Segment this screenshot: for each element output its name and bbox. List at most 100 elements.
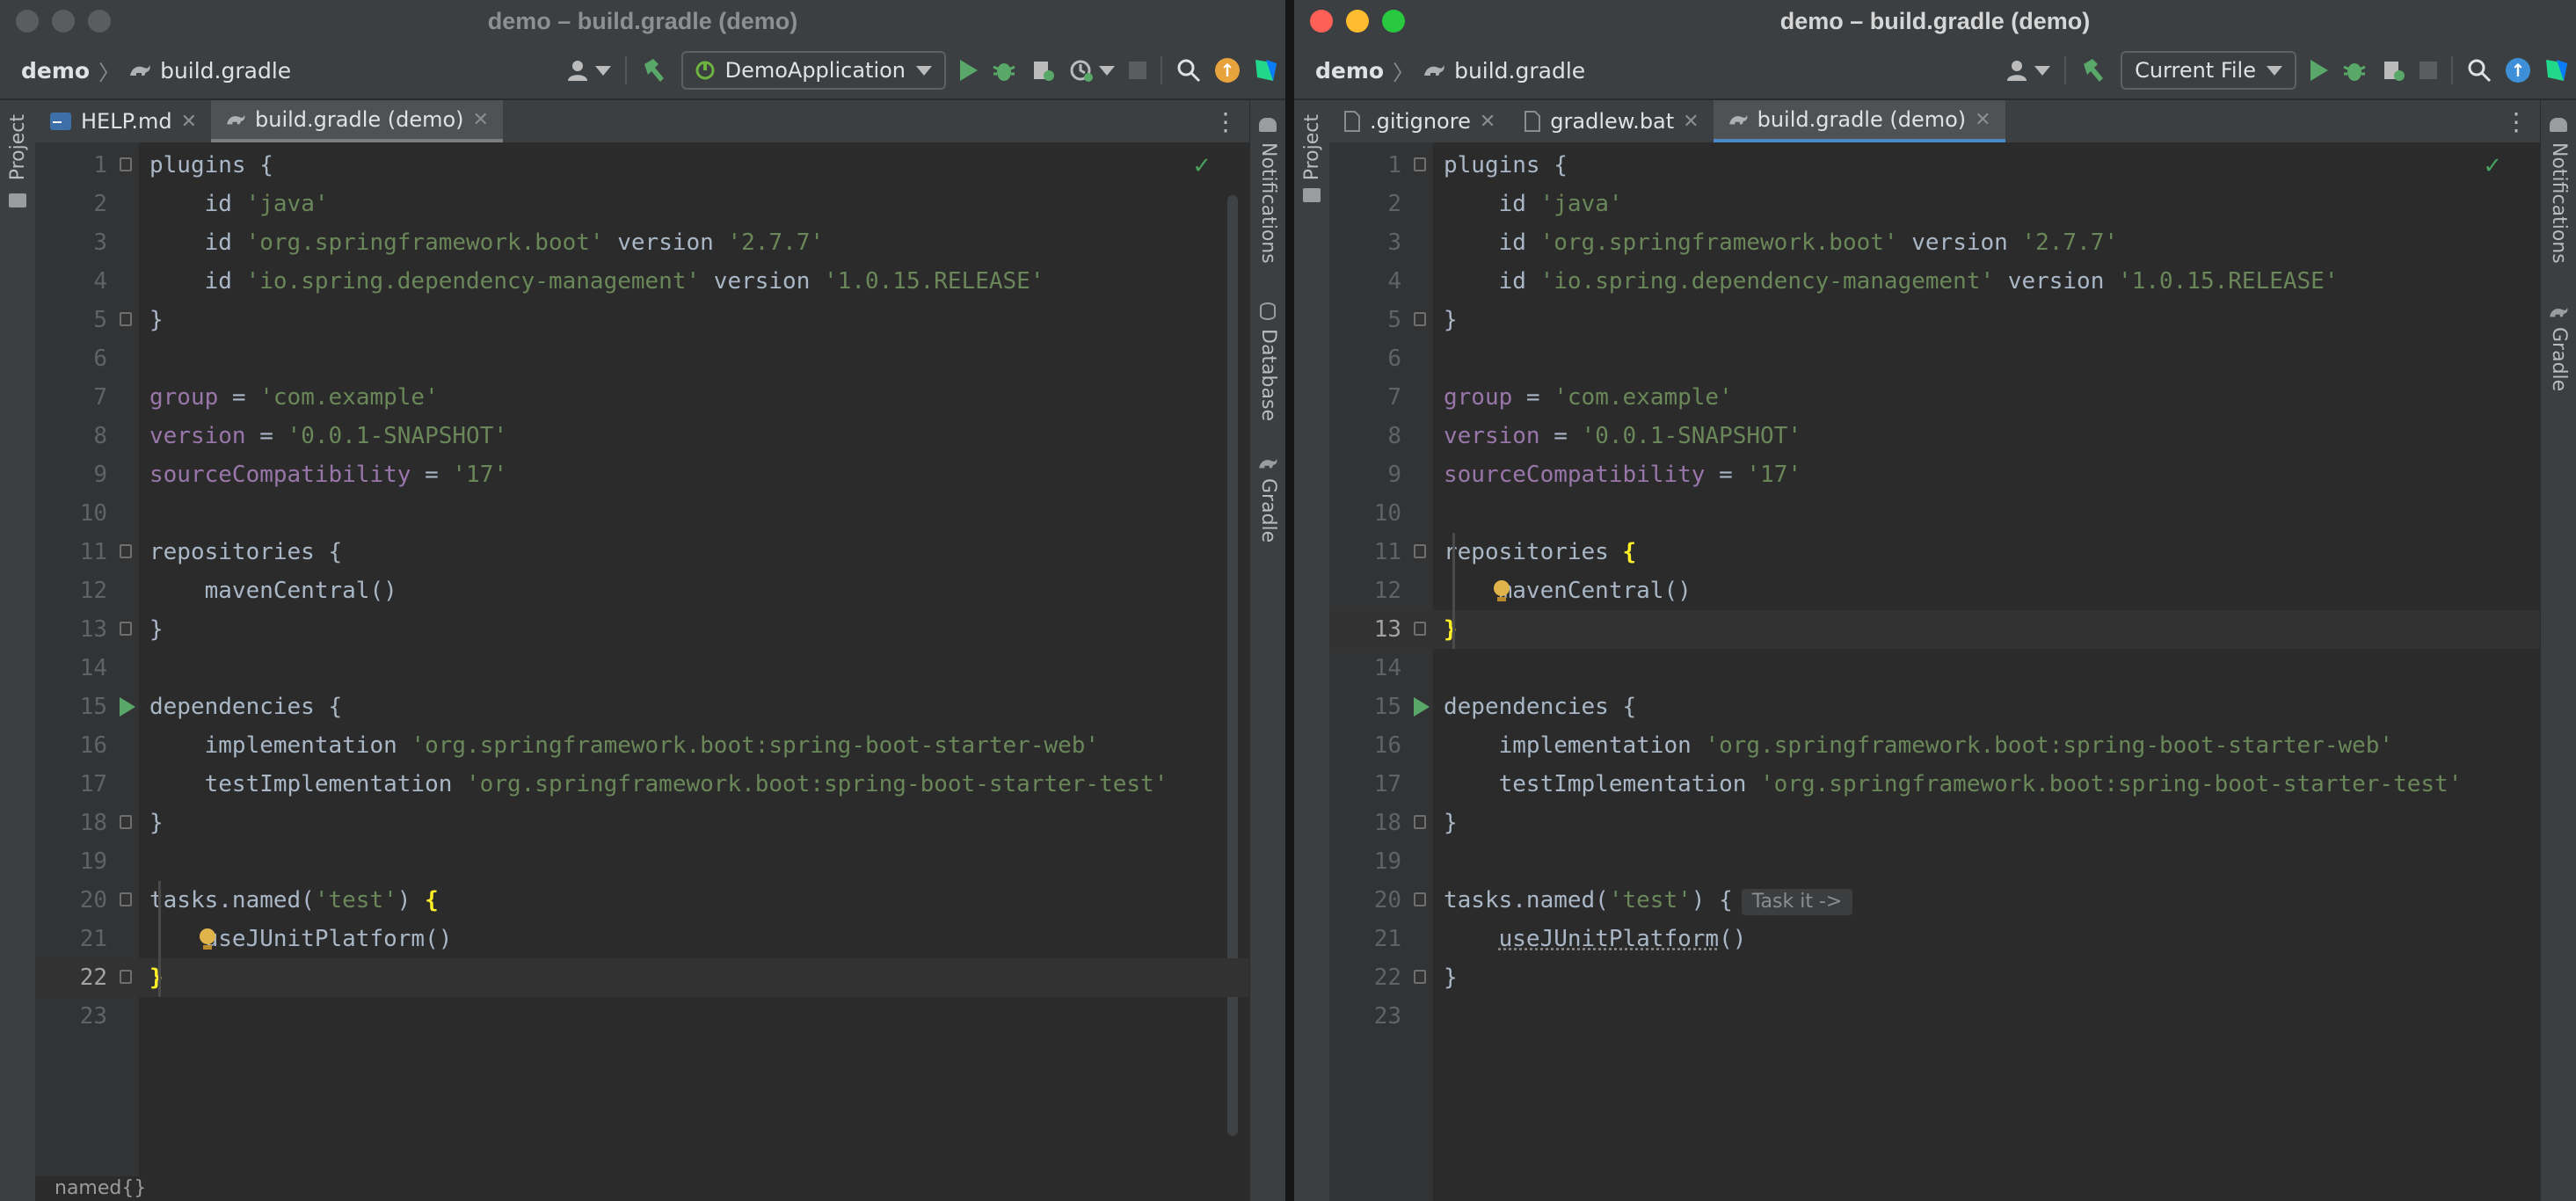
fold-marker-icon[interactable] bbox=[1414, 157, 1426, 171]
editor-tab[interactable]: gradlew.bat ✕ bbox=[1510, 100, 1713, 142]
line-number[interactable]: 9 bbox=[1329, 455, 1401, 494]
code-line[interactable]: 21 useJUnitPlatform() bbox=[35, 920, 1250, 958]
code-line[interactable]: 5} bbox=[35, 301, 1250, 339]
line-number[interactable]: 22 bbox=[1329, 958, 1401, 997]
code-line[interactable]: 2 id 'java' bbox=[35, 185, 1250, 223]
code-line[interactable]: 14 bbox=[35, 649, 1250, 688]
code-line[interactable]: 4 id 'io.spring.dependency-management' v… bbox=[35, 262, 1250, 301]
run-icon[interactable] bbox=[960, 60, 978, 81]
line-number[interactable]: 19 bbox=[35, 842, 107, 881]
code-line[interactable]: 16 implementation 'org.springframework.b… bbox=[35, 726, 1250, 765]
profiler-icon[interactable] bbox=[1069, 58, 1115, 83]
minimize-window-button[interactable] bbox=[1346, 10, 1369, 33]
fold-marker-icon[interactable] bbox=[1414, 312, 1426, 326]
close-tab-icon[interactable]: ✕ bbox=[181, 111, 197, 133]
code-line[interactable]: 16 implementation 'org.springframework.b… bbox=[1329, 726, 2541, 765]
code-line[interactable]: 4 id 'io.spring.dependency-management' v… bbox=[1329, 262, 2541, 301]
line-number[interactable]: 14 bbox=[35, 649, 107, 688]
code-editor[interactable]: ✓ 1 plugins {2 id 'java' 3 id 'org.springf… bbox=[35, 142, 1250, 1201]
close-tab-icon[interactable]: ✕ bbox=[473, 109, 489, 131]
code-line[interactable]: 18} bbox=[35, 804, 1250, 842]
line-number[interactable]: 16 bbox=[1329, 726, 1401, 765]
editor-tab[interactable]: build.gradle (demo) ✕ bbox=[1713, 100, 2005, 142]
code-line[interactable]: 14 bbox=[1329, 649, 2541, 688]
update-arrow-icon[interactable]: ↑ bbox=[1215, 58, 1240, 83]
zoom-window-button[interactable] bbox=[1382, 10, 1405, 33]
code-line[interactable]: 19 bbox=[35, 842, 1250, 881]
code-line[interactable]: 13} bbox=[1329, 610, 2541, 649]
line-number[interactable]: 4 bbox=[35, 262, 107, 301]
line-number[interactable]: 13 bbox=[1329, 610, 1401, 649]
run-icon[interactable] bbox=[2310, 60, 2328, 81]
jetbrains-logo-icon[interactable] bbox=[1254, 58, 1278, 83]
line-number[interactable]: 12 bbox=[35, 571, 107, 610]
code-line[interactable]: 1 plugins { bbox=[35, 146, 1250, 185]
line-number[interactable]: 12 bbox=[1329, 571, 1401, 610]
line-number[interactable]: 10 bbox=[1329, 494, 1401, 533]
fold-marker-icon[interactable] bbox=[1414, 544, 1426, 558]
line-number[interactable]: 23 bbox=[1329, 997, 1401, 1036]
update-arrow-icon[interactable]: ↑ bbox=[2506, 58, 2530, 83]
code-line[interactable]: 7 group = 'com.example' bbox=[35, 378, 1250, 417]
line-number[interactable]: 13 bbox=[35, 610, 107, 649]
lightbulb-icon[interactable] bbox=[1492, 580, 1511, 601]
code-line[interactable]: 2 id 'java' bbox=[1329, 185, 2541, 223]
code-line[interactable]: 6 bbox=[35, 339, 1250, 378]
code-line[interactable]: 22} bbox=[35, 958, 1250, 997]
build-hammer-icon[interactable] bbox=[2080, 57, 2107, 84]
fold-marker-icon[interactable] bbox=[1414, 815, 1426, 829]
line-number[interactable]: 21 bbox=[1329, 920, 1401, 958]
project-tool-window-button[interactable]: Project bbox=[1301, 114, 1323, 180]
code-line[interactable]: 15 dependencies { bbox=[1329, 688, 2541, 726]
fold-marker-icon[interactable] bbox=[120, 622, 132, 636]
fold-marker-icon[interactable] bbox=[120, 312, 132, 326]
code-line[interactable]: 8 version = '0.0.1-SNAPSHOT' bbox=[1329, 417, 2541, 455]
line-number[interactable]: 17 bbox=[1329, 765, 1401, 804]
line-number[interactable]: 22 bbox=[35, 958, 107, 997]
code-line[interactable]: 9 sourceCompatibility = '17' bbox=[1329, 455, 2541, 494]
line-number[interactable]: 4 bbox=[1329, 262, 1401, 301]
gradle-tool-window-button[interactable]: Gradle bbox=[2548, 327, 2570, 391]
code-line[interactable]: 17 testImplementation 'org.springframewo… bbox=[1329, 765, 2541, 804]
code-line[interactable]: 12 mavenCentral() bbox=[35, 571, 1250, 610]
fold-marker-icon[interactable] bbox=[1414, 970, 1426, 984]
code-line[interactable]: 11 repositories { bbox=[1329, 533, 2541, 571]
run-gutter-icon[interactable] bbox=[1414, 697, 1430, 717]
line-number[interactable]: 18 bbox=[1329, 804, 1401, 842]
notifications-tool-window-button[interactable]: Notifications bbox=[2548, 142, 2570, 264]
line-number[interactable]: 14 bbox=[1329, 649, 1401, 688]
line-number[interactable]: 23 bbox=[35, 997, 107, 1036]
line-number[interactable]: 8 bbox=[35, 417, 107, 455]
run-configuration-selector[interactable]: Current File bbox=[2121, 51, 2296, 90]
code-line[interactable]: 20 tasks.named('test') { bbox=[35, 881, 1250, 920]
code-line[interactable]: 18} bbox=[1329, 804, 2541, 842]
line-number[interactable]: 9 bbox=[35, 455, 107, 494]
breadcrumb-status[interactable]: named{} bbox=[35, 1176, 1250, 1201]
fold-marker-icon[interactable] bbox=[1414, 892, 1426, 906]
run-gutter-icon[interactable] bbox=[120, 697, 135, 717]
debug-bug-icon[interactable] bbox=[2342, 58, 2367, 83]
zoom-window-button[interactable] bbox=[88, 10, 111, 33]
editor-tab[interactable]: .gitignore ✕ bbox=[1329, 100, 1510, 142]
code-line[interactable]: 23 bbox=[1329, 997, 2541, 1036]
line-number[interactable]: 2 bbox=[1329, 185, 1401, 223]
code-line[interactable]: 3 id 'org.springframework.boot' version … bbox=[1329, 223, 2541, 262]
user-icon[interactable] bbox=[2006, 59, 2051, 82]
code-line[interactable]: 1 plugins { bbox=[1329, 146, 2541, 185]
line-number[interactable]: 1 bbox=[1329, 146, 1401, 185]
user-icon[interactable] bbox=[567, 59, 611, 82]
coverage-icon[interactable] bbox=[1030, 58, 1055, 83]
line-number[interactable]: 15 bbox=[35, 688, 107, 726]
code-line[interactable]: 22} bbox=[1329, 958, 2541, 997]
stop-icon[interactable] bbox=[2420, 62, 2437, 79]
close-tab-icon[interactable]: ✕ bbox=[1480, 111, 1495, 133]
line-number[interactable]: 5 bbox=[1329, 301, 1401, 339]
run-configuration-selector[interactable]: DemoApplication bbox=[680, 51, 946, 90]
code-line[interactable]: 15 dependencies { bbox=[35, 688, 1250, 726]
breadcrumb-project[interactable]: demo bbox=[1315, 58, 1384, 84]
line-number[interactable]: 3 bbox=[1329, 223, 1401, 262]
fold-marker-icon[interactable] bbox=[120, 892, 132, 906]
fold-marker-icon[interactable] bbox=[1414, 622, 1426, 636]
coverage-icon[interactable] bbox=[2381, 58, 2405, 83]
line-number[interactable]: 10 bbox=[35, 494, 107, 533]
